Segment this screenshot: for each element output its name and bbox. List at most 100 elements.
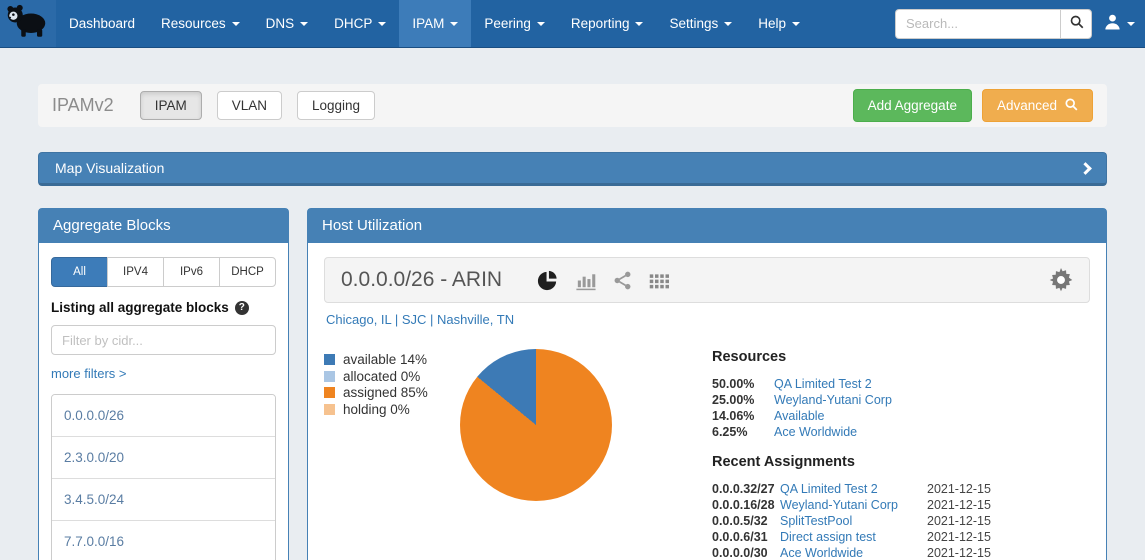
assignment-date: 2021-12-15 xyxy=(927,513,1022,529)
search-icon xyxy=(1069,14,1084,34)
assignment-row: 0.0.0.0/30 Ace Worldwide 2021-12-15 xyxy=(712,545,1022,560)
block-title: 0.0.0.0/26 - ARIN xyxy=(341,268,502,292)
chevron-right-icon xyxy=(1079,162,1092,175)
assignment-name-link[interactable]: Direct assign test xyxy=(780,529,927,545)
cidr-filter-input[interactable] xyxy=(51,325,276,355)
help-icon[interactable]: ? xyxy=(235,301,249,315)
caret-down-icon xyxy=(537,22,545,26)
resource-pct: 25.00% xyxy=(712,392,774,408)
nav-item-dashboard[interactable]: Dashboard xyxy=(56,0,148,47)
caret-down-icon xyxy=(792,22,800,26)
resources-block: Resources 50.00% QA Limited Test 2 25.00… xyxy=(712,349,1022,440)
location-links[interactable]: Chicago, IL | SJC | Nashville, TN xyxy=(326,312,1090,327)
nav-item-peering[interactable]: Peering xyxy=(471,0,558,47)
assignment-cidr: 0.0.0.5/32 xyxy=(712,513,780,529)
advanced-search-button[interactable]: Advanced xyxy=(982,89,1093,122)
assignment-row: 0.0.0.32/27 QA Limited Test 2 2021-12-15 xyxy=(712,481,1022,497)
aggregate-block-item[interactable]: 2.3.0.0/20 xyxy=(52,436,275,478)
legend-swatch xyxy=(324,371,335,382)
user-icon xyxy=(1104,13,1121,35)
navbar: Dashboard Resources DNS DHCP IPAM Peerin… xyxy=(0,0,1145,48)
add-aggregate-button[interactable]: Add Aggregate xyxy=(853,89,972,122)
map-visualization-toggle[interactable]: Map Visualization xyxy=(38,152,1107,186)
aggregate-block-item[interactable]: 7.7.0.0/16 xyxy=(52,520,275,560)
tab-vlan[interactable]: VLAN xyxy=(217,91,282,120)
nav-label: IPAM xyxy=(412,16,444,31)
tab-dhcp[interactable]: DHCP xyxy=(219,257,276,287)
resource-row: 14.06% Available xyxy=(712,408,1022,424)
caret-down-icon xyxy=(300,22,308,26)
utilization-chart-area: available 14% allocated 0% assigned 85% xyxy=(324,349,1090,560)
tab-ipv4[interactable]: IPV4 xyxy=(107,257,164,287)
share-icon[interactable] xyxy=(612,270,633,291)
nav-label: DNS xyxy=(266,16,295,31)
tab-ipam[interactable]: IPAM xyxy=(140,91,202,120)
brand-logo[interactable] xyxy=(0,0,56,47)
nav-label: Dashboard xyxy=(69,16,135,31)
recent-assignments-block: Recent Assignments 0.0.0.32/27 QA Limite… xyxy=(712,454,1022,560)
assignment-cidr: 0.0.0.32/27 xyxy=(712,481,780,497)
assignment-name-link[interactable]: QA Limited Test 2 xyxy=(780,481,927,497)
legend-label: available 14% xyxy=(343,352,427,367)
page-title: IPAMv2 xyxy=(52,95,114,116)
caret-down-icon xyxy=(232,22,240,26)
nav-label: Reporting xyxy=(571,16,630,31)
legend-swatch xyxy=(324,404,335,415)
aggregate-block-item[interactable]: 3.4.5.0/24 xyxy=(52,478,275,520)
assignment-date: 2021-12-15 xyxy=(927,529,1022,545)
bar-chart-view-icon[interactable] xyxy=(574,269,597,292)
pie-chart-view-icon[interactable] xyxy=(536,269,559,292)
assignment-row: 0.0.0.6/31 Direct assign test 2021-12-15 xyxy=(712,529,1022,545)
nav-item-dhcp[interactable]: DHCP xyxy=(321,0,399,47)
caret-down-icon xyxy=(635,22,643,26)
assignment-date: 2021-12-15 xyxy=(927,545,1022,560)
tab-logging[interactable]: Logging xyxy=(297,91,375,120)
content-columns: Aggregate Blocks All IPV4 IPv6 DHCP List… xyxy=(38,208,1107,560)
listing-label: Listing all aggregate blocks ? xyxy=(51,300,276,315)
nav-item-reporting[interactable]: Reporting xyxy=(558,0,657,47)
search-icon xyxy=(1064,97,1078,114)
view-switch: IPAM VLAN Logging xyxy=(140,91,375,120)
tab-ipv6[interactable]: IPv6 xyxy=(163,257,220,287)
assignment-cidr: 0.0.0.6/31 xyxy=(712,529,780,545)
host-utilization-body: 0.0.0.0/26 - ARIN xyxy=(308,243,1106,560)
resource-name-link[interactable]: Available xyxy=(774,408,1022,424)
resource-row: 6.25% Ace Worldwide xyxy=(712,424,1022,440)
legend-item: available 14% xyxy=(324,352,454,368)
nav-label: Help xyxy=(758,16,786,31)
assignment-cidr: 0.0.0.0/30 xyxy=(712,545,780,560)
resource-name-link[interactable]: QA Limited Test 2 xyxy=(774,376,1022,392)
gear-icon[interactable] xyxy=(1049,268,1073,292)
nav-item-settings[interactable]: Settings xyxy=(656,0,745,47)
search-button[interactable] xyxy=(1060,9,1092,39)
caret-down-icon xyxy=(450,22,458,26)
aggregate-block-list: 0.0.0.0/26 2.3.0.0/20 3.4.5.0/24 7.7.0.0… xyxy=(51,394,276,560)
nav-item-help[interactable]: Help xyxy=(745,0,813,47)
assignment-date: 2021-12-15 xyxy=(927,497,1022,513)
aggregate-block-item[interactable]: 0.0.0.0/26 xyxy=(52,395,275,436)
assignment-name-link[interactable]: Weyland-Yutani Corp xyxy=(780,497,927,513)
legend-label: assigned 85% xyxy=(343,385,428,400)
resource-name-link[interactable]: Weyland-Yutani Corp xyxy=(774,392,1022,408)
aggregate-filter-tabs: All IPV4 IPv6 DHCP xyxy=(51,257,276,287)
user-menu[interactable] xyxy=(1104,13,1135,35)
tab-all[interactable]: All xyxy=(51,257,108,287)
resource-row: 25.00% Weyland-Yutani Corp xyxy=(712,392,1022,408)
grid-view-icon[interactable] xyxy=(648,270,669,291)
legend-swatch xyxy=(324,354,335,365)
more-filters-link[interactable]: more filters > xyxy=(51,366,127,381)
legend-swatch xyxy=(324,387,335,398)
nav-item-dns[interactable]: DNS xyxy=(253,0,322,47)
assignment-name-link[interactable]: SplitTestPool xyxy=(780,513,927,529)
nav-label: Settings xyxy=(669,16,718,31)
caret-down-icon xyxy=(1127,22,1135,26)
assignment-name-link[interactable]: Ace Worldwide xyxy=(780,545,927,560)
nav-item-resources[interactable]: Resources xyxy=(148,0,253,47)
pie-chart[interactable] xyxy=(460,349,612,501)
search-input[interactable] xyxy=(895,9,1060,39)
caret-down-icon xyxy=(378,22,386,26)
host-utilization-panel: Host Utilization 0.0.0.0/26 - ARIN xyxy=(307,208,1107,560)
resource-name-link[interactable]: Ace Worldwide xyxy=(774,424,1022,440)
resources-heading: Resources xyxy=(712,349,1022,365)
nav-item-ipam[interactable]: IPAM xyxy=(399,0,471,47)
